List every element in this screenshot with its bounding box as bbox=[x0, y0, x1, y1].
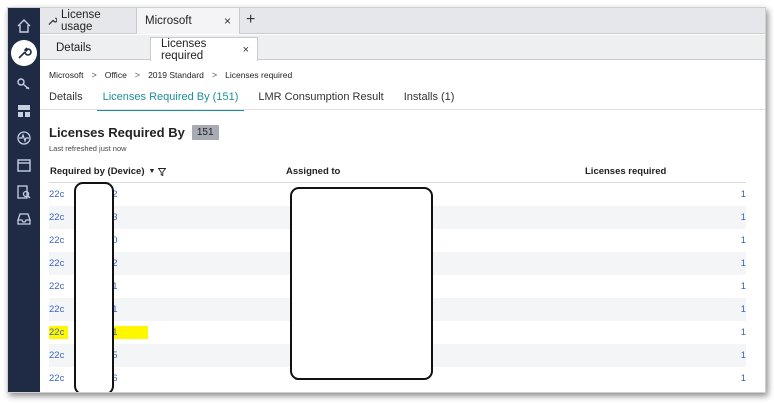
licenses-required-value[interactable]: 1 bbox=[741, 212, 746, 223]
tab-lmr-consumption-result[interactable]: LMR Consumption Result bbox=[258, 88, 383, 110]
breadcrumb: Microsoft > Office > 2019 Standard > Lic… bbox=[49, 70, 292, 80]
top-tab-strip: License usage Microsoft × + bbox=[40, 8, 765, 34]
tab-microsoft[interactable]: Microsoft × bbox=[136, 8, 240, 34]
column-label: Licenses required bbox=[585, 166, 667, 177]
main-content: Microsoft > Office > 2019 Standard > Lic… bbox=[40, 61, 765, 392]
device-name-prefix[interactable]: 22c bbox=[49, 258, 64, 269]
device-name-prefix[interactable]: 22c bbox=[49, 281, 64, 292]
dashboard-icon[interactable] bbox=[14, 101, 34, 121]
breadcrumb-item[interactable]: 2019 Standard bbox=[148, 70, 204, 80]
redaction-box-assigned bbox=[290, 187, 433, 380]
licenses-required-value[interactable]: 1 bbox=[741, 235, 746, 246]
column-label: Assigned to bbox=[286, 166, 341, 177]
redaction-box-device bbox=[74, 182, 114, 392]
licenses-required-value[interactable]: 1 bbox=[741, 258, 746, 269]
licenses-required-value[interactable]: 1 bbox=[741, 281, 746, 292]
device-name-prefix[interactable]: 22c bbox=[49, 189, 64, 200]
breadcrumb-item[interactable]: Office bbox=[105, 70, 127, 80]
licenses-required-value[interactable]: 1 bbox=[741, 189, 746, 200]
tab-label: Microsoft bbox=[145, 15, 192, 27]
licenses-required-value[interactable]: 1 bbox=[741, 327, 746, 338]
last-refreshed-text: Last refreshed just now bbox=[49, 144, 127, 153]
device-name-prefix[interactable]: 22c bbox=[49, 350, 64, 361]
column-label: Required by (Device) bbox=[50, 166, 145, 177]
close-icon[interactable]: × bbox=[224, 14, 231, 28]
wrench-icon bbox=[48, 17, 58, 26]
wrench-icon[interactable] bbox=[11, 40, 37, 66]
breadcrumb-current: Licenses required bbox=[225, 70, 293, 80]
device-name-prefix[interactable]: 22c bbox=[49, 304, 64, 315]
device-name-prefix[interactable]: 22c bbox=[49, 373, 64, 384]
licenses-required-value[interactable]: 1 bbox=[741, 350, 746, 361]
left-nav-rail bbox=[8, 8, 40, 392]
count-badge: 151 bbox=[191, 125, 219, 140]
column-header-device[interactable]: Required by (Device) ▼ bbox=[50, 166, 167, 177]
calendar-icon[interactable] bbox=[14, 155, 34, 175]
sub-tab-strip: Details Licenses required × bbox=[40, 35, 765, 63]
subtab-details[interactable]: Details bbox=[56, 35, 91, 60]
column-header-assigned-to[interactable]: Assigned to bbox=[286, 166, 340, 177]
filter-icon[interactable] bbox=[158, 167, 167, 176]
section-heading: Licenses Required By 151 bbox=[49, 125, 219, 140]
tab-details[interactable]: Details bbox=[49, 88, 83, 110]
page-title: Licenses Required By bbox=[49, 125, 185, 140]
device-name-prefix[interactable]: 22c bbox=[49, 212, 64, 223]
column-header-licenses-required[interactable]: Licenses required bbox=[585, 166, 666, 177]
tab-license-usage[interactable]: License usage bbox=[40, 8, 136, 34]
tab-licenses-required-by[interactable]: Licenses Required By (151) bbox=[96, 88, 245, 111]
section-tabs: Details Licenses Required By (151) LMR C… bbox=[49, 88, 474, 111]
tab-installs[interactable]: Installs (1) bbox=[404, 88, 455, 110]
table-header: Required by (Device) ▼ Assigned to Licen… bbox=[49, 161, 746, 183]
new-tab-button[interactable]: + bbox=[246, 12, 255, 28]
subtab-licenses-required[interactable]: Licenses required × bbox=[150, 37, 258, 63]
close-icon[interactable]: × bbox=[243, 44, 249, 56]
licenses-required-value[interactable]: 1 bbox=[741, 373, 746, 384]
device-name-prefix[interactable]: 22c bbox=[49, 235, 64, 246]
licenses-required-value[interactable]: 1 bbox=[741, 304, 746, 315]
device-name-prefix[interactable]: 22c bbox=[49, 326, 69, 339]
section-divider bbox=[40, 109, 765, 110]
subtab-label: Licenses required bbox=[161, 38, 207, 62]
breadcrumb-item[interactable]: Microsoft bbox=[49, 70, 83, 80]
highlight-mark: 22c bbox=[49, 326, 69, 339]
home-icon[interactable] bbox=[14, 16, 34, 36]
breadcrumb-separator: > bbox=[211, 70, 218, 80]
tab-label: License usage bbox=[61, 9, 101, 33]
sort-desc-icon[interactable]: ▼ bbox=[149, 168, 156, 175]
breadcrumb-separator: > bbox=[91, 70, 97, 80]
subtab-label: Details bbox=[56, 41, 92, 54]
key-arrow-icon[interactable] bbox=[14, 74, 34, 94]
app-window: License usage Microsoft × + Details Lice… bbox=[7, 7, 766, 393]
inbox-icon[interactable] bbox=[14, 209, 34, 229]
report-search-icon[interactable] bbox=[14, 182, 34, 202]
activity-icon[interactable] bbox=[14, 128, 34, 148]
breadcrumb-separator: > bbox=[134, 70, 141, 80]
